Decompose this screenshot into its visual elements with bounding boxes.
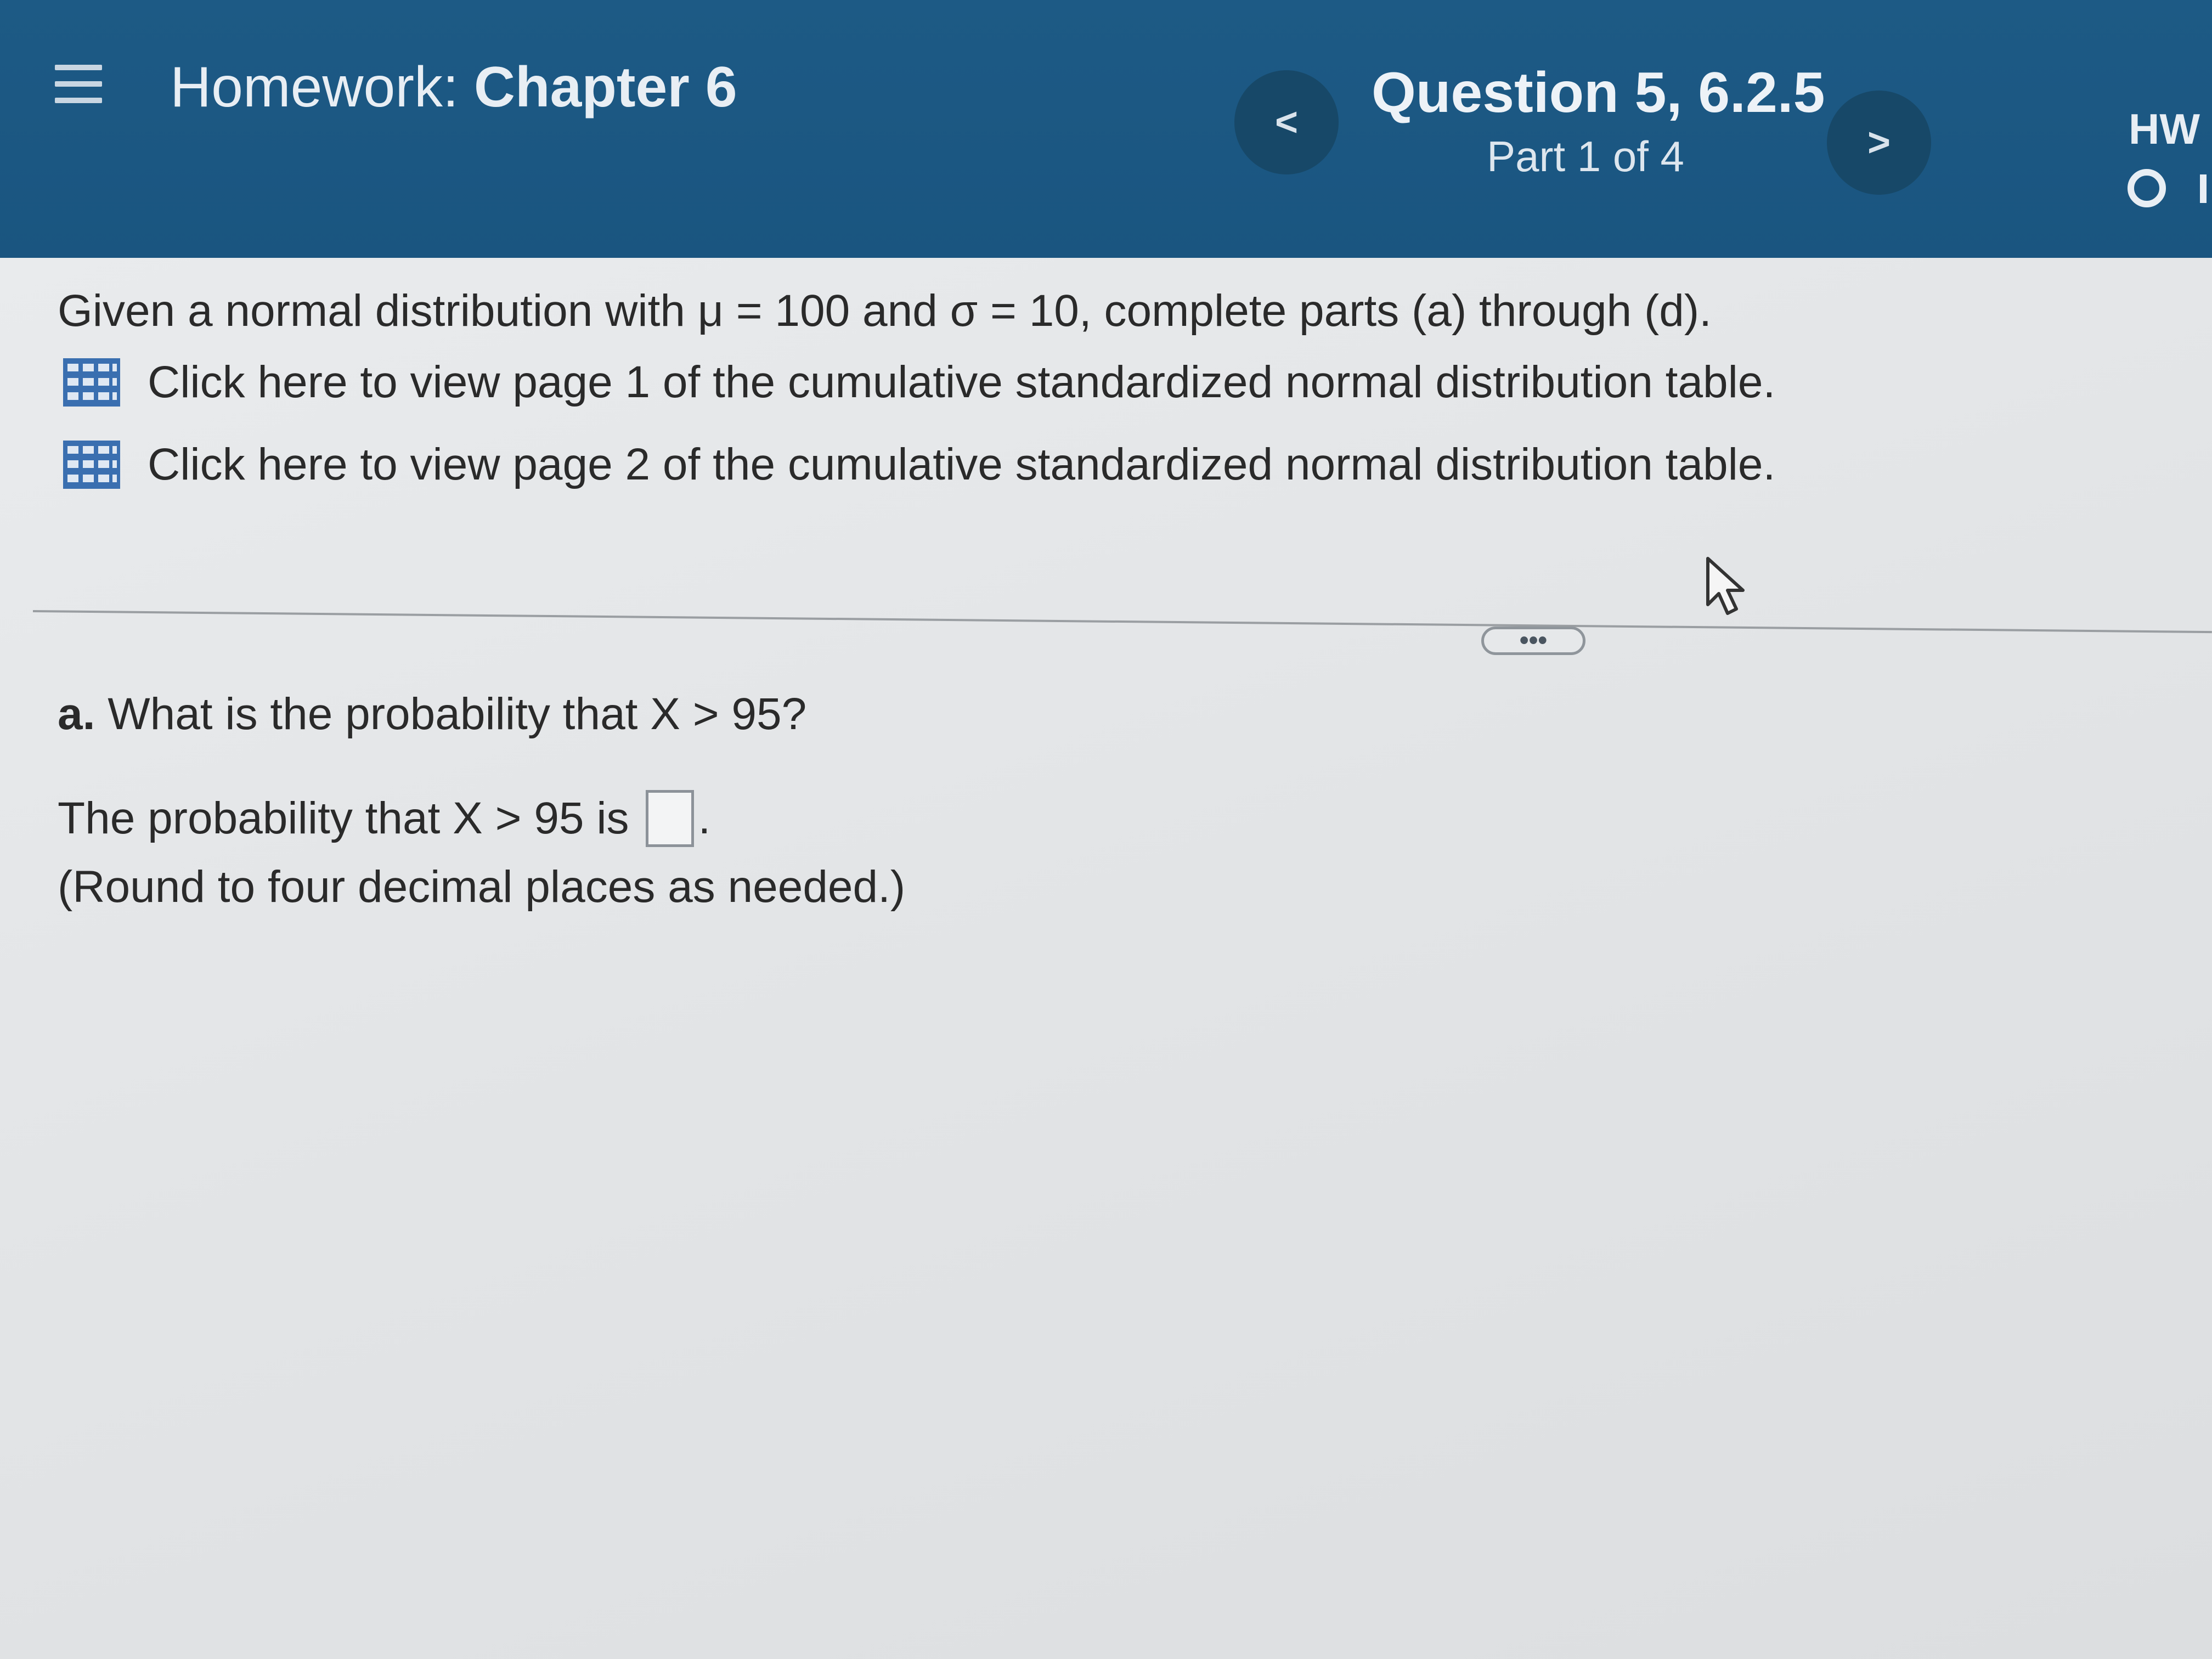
table-link-1-text[interactable]: Click here to view page 1 of the cumulat…	[148, 357, 1775, 408]
rounding-instruction: (Round to four decimal places as needed.…	[58, 862, 906, 912]
previous-question-button[interactable]: <	[1234, 70, 1339, 174]
circle-status-icon	[2128, 169, 2166, 207]
mouse-pointer-icon	[1706, 557, 1745, 615]
answer-suffix: .	[698, 793, 711, 843]
status-bar-fragment	[2200, 174, 2207, 203]
chapter-label: Chapter 6	[473, 55, 737, 119]
chevron-left-icon: <	[1274, 100, 1299, 144]
part-a-label: a.	[58, 689, 95, 739]
hw-score-label: HW	[2129, 105, 2200, 153]
grid-table-icon	[63, 441, 120, 489]
answer-prefix: The probability that X > 95 is	[58, 793, 629, 843]
part-a-question-text: What is the probability that X > 95?	[108, 689, 807, 739]
question-part: Part 1 of 4	[1487, 132, 1684, 180]
table-link-page-1[interactable]: Click here to view page 1 of the cumulat…	[63, 357, 1775, 408]
expand-more-button[interactable]: •••	[1481, 627, 1585, 655]
homework-label: Homework:	[170, 55, 459, 119]
answer-input[interactable]	[645, 790, 694, 847]
header-bar: Homework: Chapter 6 < Question 5, 6.2.5 P…	[0, 0, 2212, 258]
hamburger-menu-icon[interactable]	[55, 65, 102, 112]
grid-table-icon	[63, 358, 120, 407]
answer-line: The probability that X > 95 is .	[58, 790, 710, 847]
chevron-right-icon: >	[1867, 121, 1891, 165]
next-question-button[interactable]: >	[1827, 91, 1931, 195]
table-link-2-text[interactable]: Click here to view page 2 of the cumulat…	[148, 439, 1775, 490]
table-link-page-2[interactable]: Click here to view page 2 of the cumulat…	[63, 439, 1775, 490]
part-a-question: a. What is the probability that X > 95?	[58, 689, 806, 740]
question-title: Question 5, 6.2.5	[1372, 61, 1825, 125]
assignment-title: Homework: Chapter 6	[170, 55, 737, 120]
problem-statement: Given a normal distribution with μ = 100…	[58, 286, 1712, 336]
